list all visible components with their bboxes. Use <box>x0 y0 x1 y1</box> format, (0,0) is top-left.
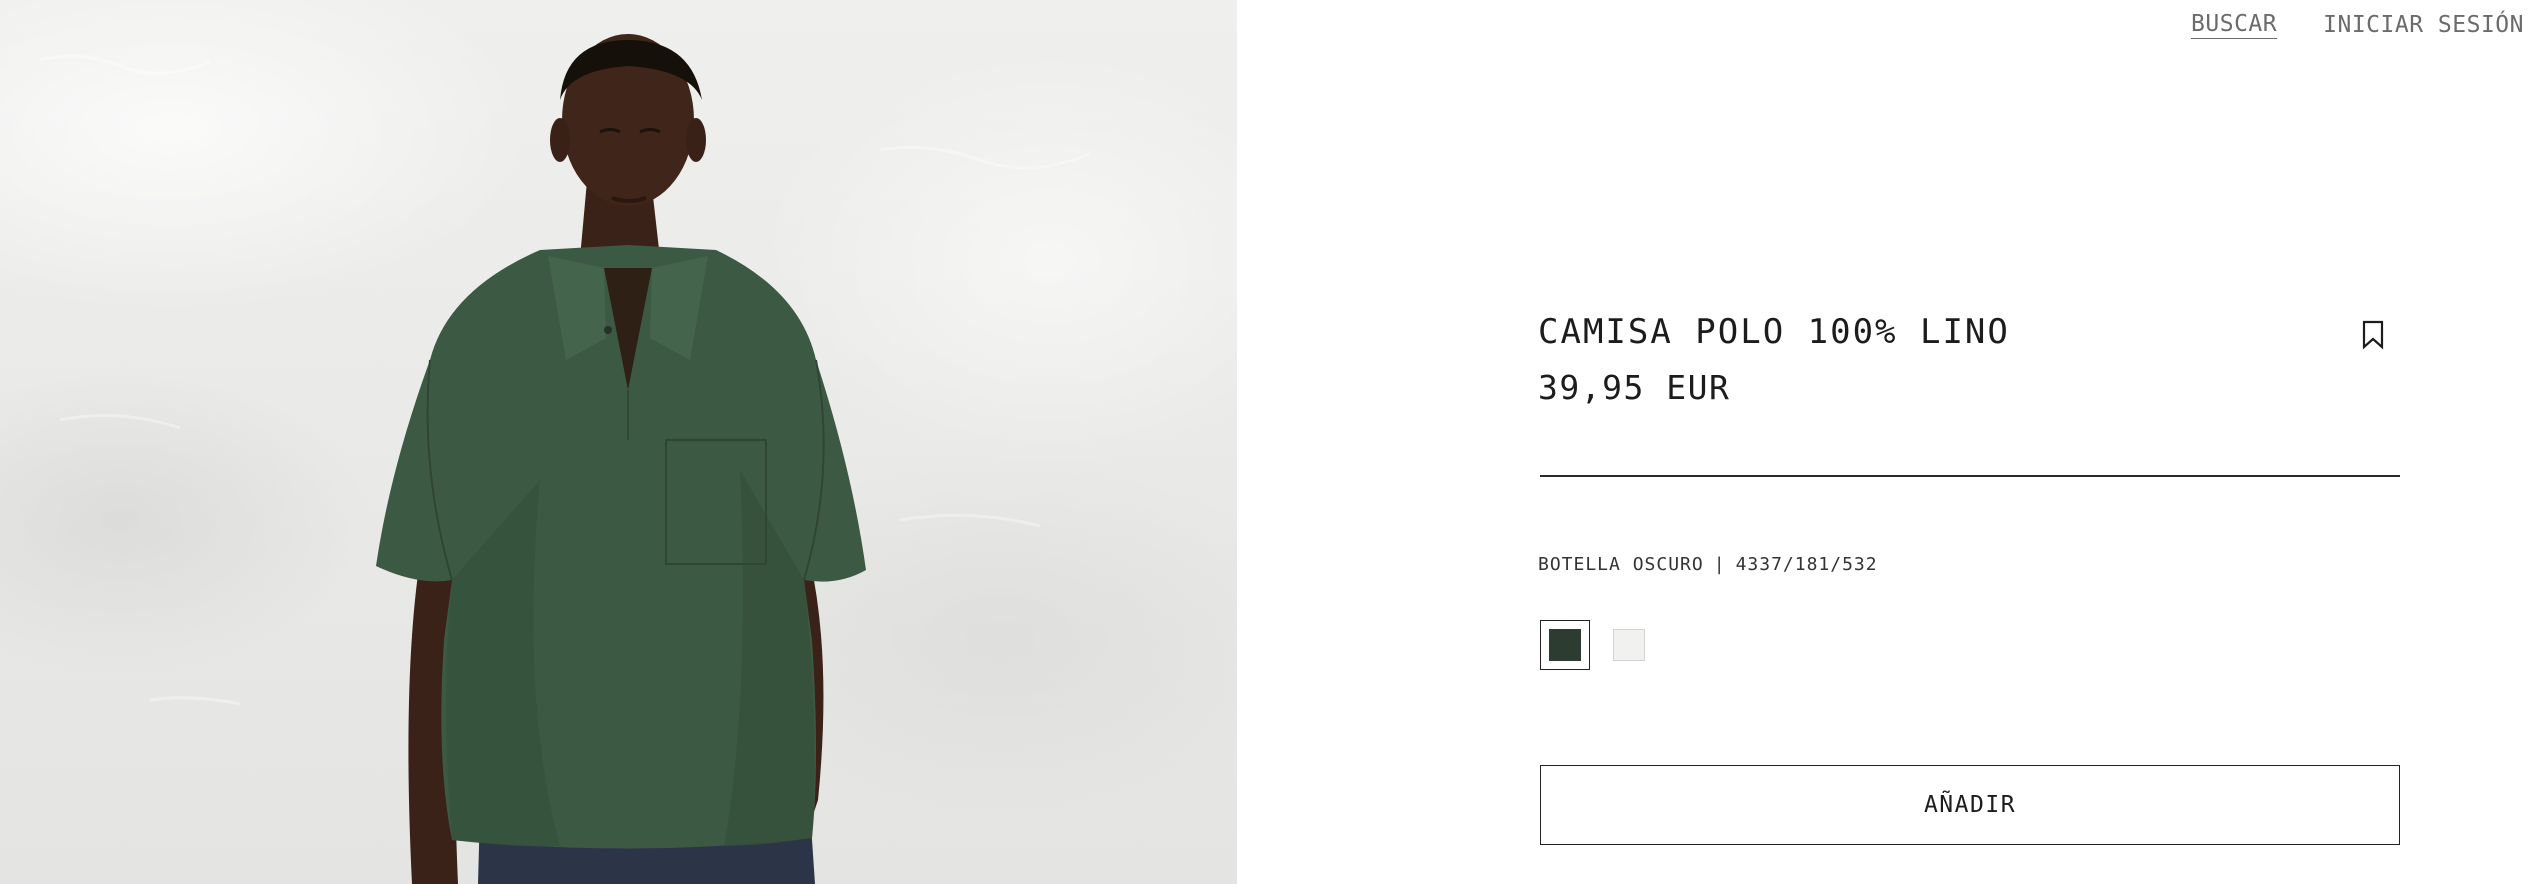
divider <box>1540 475 2400 477</box>
product-info-panel: CAMISA POLO 100% LINO 39,95 EUR BOTELLA … <box>1538 0 2400 884</box>
model-photo <box>39 34 1091 884</box>
product-title: CAMISA POLO 100% LINO <box>1538 312 2010 352</box>
product-image[interactable] <box>0 0 1237 884</box>
product-page: BUSCAR INICIAR SESIÓN CAMISA POLO 100% L… <box>0 0 2542 884</box>
color-name: BOTELLA OSCURO <box>1538 554 1704 575</box>
swatch-chip <box>1549 629 1581 661</box>
add-to-cart-button[interactable]: AÑADIR <box>1540 765 2400 845</box>
swatch-chip <box>1613 629 1645 661</box>
bookmark-icon[interactable] <box>2360 320 2386 350</box>
color-swatches <box>1540 620 1654 670</box>
product-price: 39,95 EUR <box>1538 368 1731 407</box>
swatch-blanco[interactable] <box>1604 620 1654 670</box>
separator: | <box>1713 554 1726 575</box>
product-reference: 4337/181/532 <box>1735 554 1878 575</box>
swatch-botella-oscuro[interactable] <box>1540 620 1590 670</box>
color-reference-line: BOTELLA OSCURO | 4337/181/532 <box>1538 554 1878 575</box>
